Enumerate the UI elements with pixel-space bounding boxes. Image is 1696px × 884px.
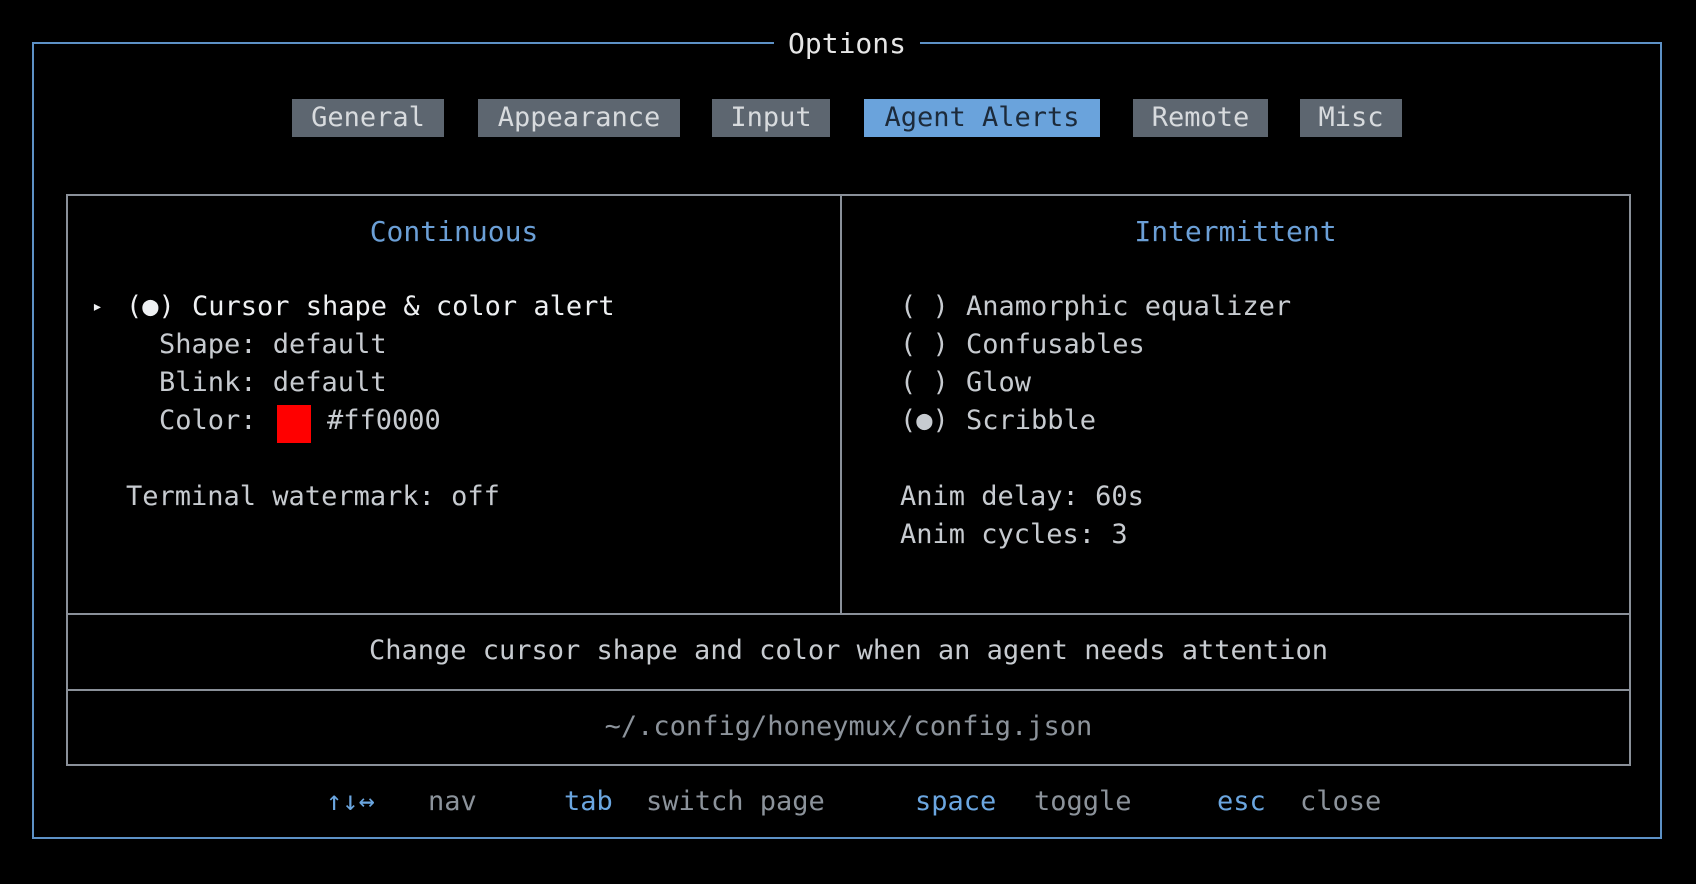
scribble-label[interactable]: Scribble <box>966 402 1096 440</box>
tab-remote[interactable]: Remote <box>1133 99 1268 137</box>
cursor-caret-icon: ▸ <box>92 296 103 317</box>
tab-misc[interactable]: Misc <box>1300 99 1402 137</box>
dialog-title: Options <box>773 24 921 64</box>
toggle-hint: toggle <box>1034 786 1132 817</box>
setting-description: Change cursor shape and color when an ag… <box>368 635 1329 666</box>
cursor-alert-label[interactable]: Cursor shape & color alert <box>192 288 615 326</box>
tab-input[interactable]: Input <box>712 99 830 137</box>
terminal-watermark-setting[interactable]: Terminal watermark: off <box>126 478 500 516</box>
close-hint: close <box>1300 786 1382 817</box>
glow-radio[interactable]: ( ) <box>900 364 949 402</box>
glow-label[interactable]: Glow <box>966 364 1031 402</box>
scribble-radio[interactable]: (●) <box>900 402 949 440</box>
path-divider <box>68 689 1629 691</box>
color-value[interactable]: #ff0000 <box>327 402 441 440</box>
anamorphic-equalizer-label[interactable]: Anamorphic equalizer <box>966 288 1291 326</box>
intermittent-heading: Intermittent <box>1134 215 1337 248</box>
nav-action-hint: nav <box>428 786 477 817</box>
switch-page-hint: switch page <box>646 786 825 817</box>
esc-key-hint: esc <box>1217 786 1266 817</box>
column-divider <box>840 196 842 613</box>
tab-bar: General Appearance Input Agent Alerts Re… <box>0 99 1696 137</box>
space-key-hint: space <box>915 786 997 817</box>
cursor-alert-radio[interactable]: (●) <box>126 288 175 326</box>
settings-panel: Continuous ▸ (●) Cursor shape & color al… <box>66 194 1631 766</box>
confusables-radio[interactable]: ( ) <box>900 326 949 364</box>
tab-key-hint: tab <box>564 786 613 817</box>
tab-agent-alerts[interactable]: Agent Alerts <box>864 99 1100 137</box>
confusables-label[interactable]: Confusables <box>966 326 1145 364</box>
color-swatch[interactable] <box>277 405 311 443</box>
blink-setting[interactable]: Blink: default <box>159 364 387 402</box>
nav-key-hint: ↑↓↔ <box>326 786 375 817</box>
continuous-heading: Continuous <box>369 215 539 248</box>
description-divider <box>68 613 1629 615</box>
config-path: ~/.config/honeymux/config.json <box>604 711 1093 742</box>
shape-setting[interactable]: Shape: default <box>159 326 387 364</box>
tab-general[interactable]: General <box>292 99 444 137</box>
color-setting-label: Color: <box>159 405 257 436</box>
anamorphic-equalizer-radio[interactable]: ( ) <box>900 288 949 326</box>
anim-cycles-setting[interactable]: Anim cycles: 3 <box>900 516 1128 554</box>
anim-delay-setting[interactable]: Anim delay: 60s <box>900 478 1144 516</box>
tab-appearance[interactable]: Appearance <box>478 99 680 137</box>
